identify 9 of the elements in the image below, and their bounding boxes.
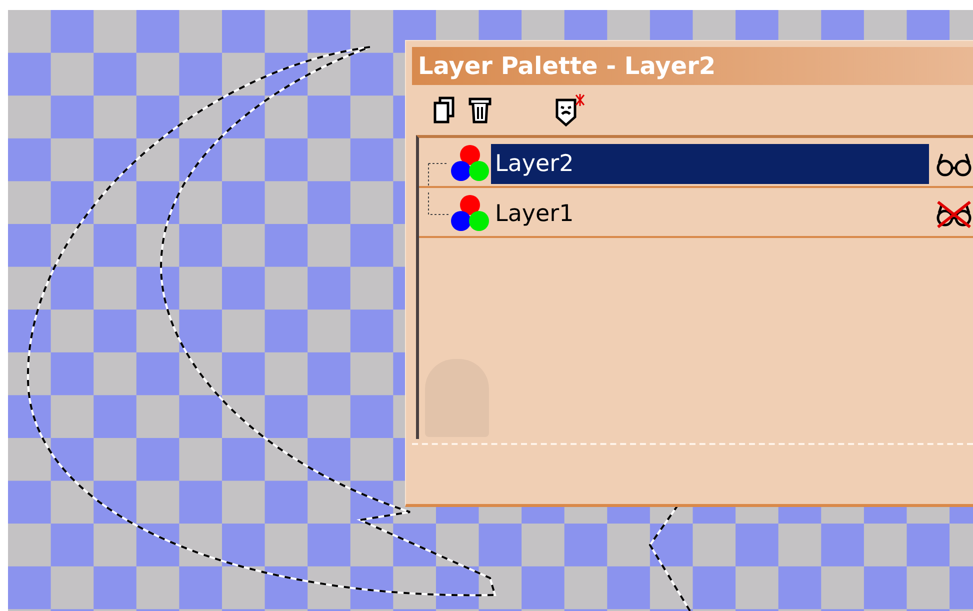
- tree-connector: [428, 163, 449, 186]
- trash-icon[interactable]: [468, 96, 492, 124]
- copy-layer-icon[interactable]: [432, 96, 456, 124]
- layer-name[interactable]: Layer1: [491, 194, 929, 234]
- window-title: Layer Palette - Layer2: [412, 47, 973, 85]
- hidden-eye-icon[interactable]: [935, 199, 973, 229]
- layer-name[interactable]: Layer2: [491, 144, 929, 184]
- tree-connector: [428, 192, 449, 215]
- mask-icon[interactable]: [554, 93, 586, 127]
